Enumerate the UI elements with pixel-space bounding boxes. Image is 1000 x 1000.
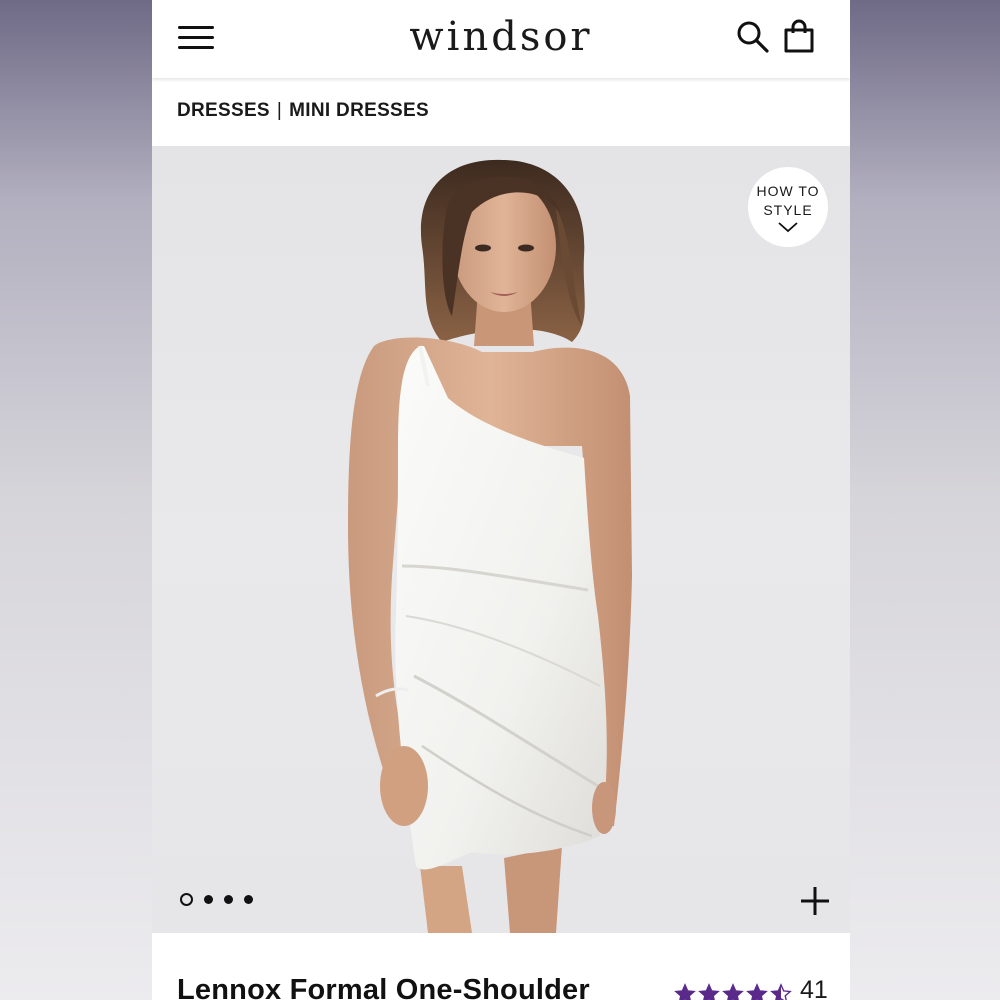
product-title: Lennox Formal One-Shoulder — [177, 974, 590, 1000]
product-image[interactable]: HOW TO STYLE — [152, 146, 850, 933]
phone-screen: windsor DRESSES | MINI DRESSES HOW TO ST… — [152, 0, 850, 1000]
chevron-down-icon — [778, 221, 798, 232]
shopping-bag-icon[interactable] — [780, 18, 818, 56]
hamburger-menu-icon[interactable] — [178, 22, 216, 54]
carousel-dots — [180, 893, 253, 906]
star-icon — [722, 982, 744, 1000]
how-to-style-button[interactable]: HOW TO STYLE — [748, 167, 828, 247]
breadcrumb-dresses[interactable]: DRESSES — [177, 100, 270, 122]
breadcrumb-separator: | — [276, 100, 283, 121]
product-rating[interactable]: 41 — [674, 976, 828, 1000]
model-photo — [348, 159, 632, 933]
breadcrumb-mini-dresses[interactable]: MINI DRESSES — [289, 100, 429, 122]
star-icon — [770, 982, 792, 1000]
star-icon — [674, 982, 696, 1000]
star-icon — [746, 982, 768, 1000]
carousel-dot[interactable] — [244, 895, 253, 904]
how-to-style-line2: STYLE — [763, 201, 813, 218]
star-icon — [698, 982, 720, 1000]
carousel-dot[interactable] — [224, 895, 233, 904]
review-count: 41 — [800, 976, 828, 1000]
background-right — [850, 0, 1000, 1000]
rating-stars — [674, 982, 792, 1000]
carousel-dot[interactable] — [204, 895, 213, 904]
how-to-style-line1: HOW TO — [756, 182, 820, 199]
site-header: windsor — [152, 0, 850, 78]
brand-logo[interactable]: windsor — [351, 14, 651, 60]
carousel-dot[interactable] — [180, 893, 193, 906]
background-left — [0, 0, 152, 1000]
breadcrumb: DRESSES | MINI DRESSES — [177, 98, 429, 124]
plus-icon[interactable] — [798, 884, 832, 918]
search-icon[interactable] — [734, 18, 772, 56]
